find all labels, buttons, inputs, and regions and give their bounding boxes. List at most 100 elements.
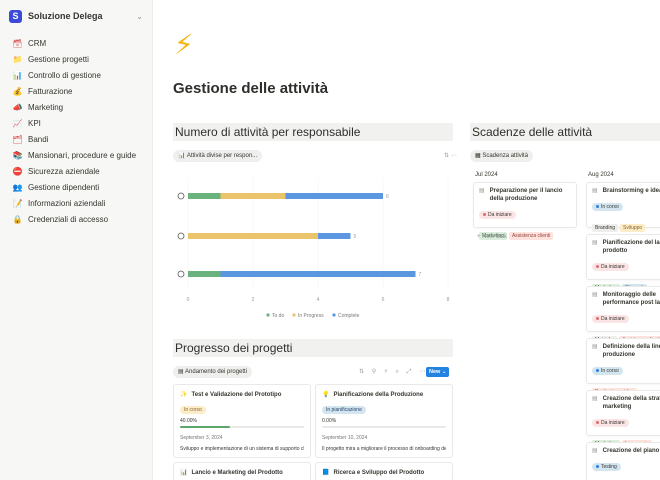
workspace-switcher[interactable]: S Soluzione Delega ⌄ bbox=[0, 0, 152, 32]
project-card[interactable]: ✨ Test e Validazione del Prototipo In cors… bbox=[173, 384, 311, 473]
sidebar-item[interactable]: ⛔ Sicurezza aziendale bbox=[0, 163, 152, 179]
status-label: Da iniziare bbox=[601, 263, 625, 270]
sidebar-item[interactable]: 💰 Fatturazione bbox=[0, 83, 152, 99]
tag: Sviluppo bbox=[620, 224, 646, 232]
status-dot bbox=[596, 265, 599, 268]
progress-bar-fill bbox=[180, 426, 230, 428]
bar-segment bbox=[188, 271, 221, 277]
document-icon: ▤ bbox=[592, 292, 598, 298]
task-title: Creazione del piano le bbox=[602, 448, 660, 454]
tag: Branding bbox=[592, 224, 619, 232]
deadlines-view-tab[interactable]: ▦ Scadenza attività bbox=[470, 150, 534, 162]
project-card[interactable]: 💡 Pianificazione della Produzione In piani… bbox=[315, 384, 453, 473]
progress-section-title: Progresso dei progetti bbox=[173, 339, 453, 357]
progress-view-tab[interactable]: ▤ Andamento dei progetti bbox=[173, 366, 253, 378]
sidebar-item-label: Marketing bbox=[28, 102, 64, 112]
bar-segment bbox=[220, 271, 416, 277]
task-card[interactable]: ▤ Monitoraggio delle performance post lan… bbox=[586, 286, 660, 344]
document-icon: ▤ bbox=[479, 188, 485, 194]
legend-label: Complete bbox=[338, 313, 360, 319]
main-content: ⚡ Gestione delle attività Numero di atti… bbox=[153, 0, 660, 480]
project-description: Sviluppo e implementazione di un sistema… bbox=[180, 446, 304, 452]
sidebar-item[interactable]: 📁 Gestione progetti bbox=[0, 51, 152, 67]
chart-view-tab[interactable]: 📊 Attività divise per respon... bbox=[173, 150, 263, 162]
status-label: Testing bbox=[601, 463, 617, 470]
sidebar: S Soluzione Delega ⌄ 🗃 CRM 📁 Gestione proge… bbox=[0, 0, 153, 480]
task-card[interactable]: ▤ Creazione del piano le Testing Produzione… bbox=[586, 442, 660, 480]
project-card[interactable]: 📊 Lancio e Marketing del Prodotto bbox=[173, 462, 311, 480]
sidebar-item-icon: 🔒 bbox=[12, 214, 23, 224]
deadlines-view-label: Scadenza attività bbox=[482, 153, 529, 159]
view-toolbar-icons[interactable]: ⇅ ⚲ ⚡ ⌕ ⤢ ⋯ bbox=[359, 368, 428, 376]
tag: Assistenza clienti bbox=[508, 232, 554, 240]
sidebar-item-icon: 📚 bbox=[12, 150, 23, 160]
document-icon: ▤ bbox=[592, 240, 598, 246]
bar-total-label: 6 bbox=[386, 194, 389, 200]
project-title-row: 📘 Ricerca e Sviluppo del Prodotto bbox=[322, 469, 446, 477]
status-badge: Testing bbox=[592, 462, 621, 471]
tag-list: Branding Sviluppo bbox=[592, 216, 660, 234]
progress-bar bbox=[180, 426, 304, 428]
sidebar-item-label: KPI bbox=[28, 118, 41, 128]
deadlines-section-title: Scadenze delle attività bbox=[470, 123, 660, 141]
status-dot bbox=[596, 317, 599, 320]
task-card-title-row: ▤ Brainstorming e ideaz bbox=[592, 187, 660, 195]
sidebar-item-icon: ⛔ bbox=[12, 166, 23, 176]
status-label: Da iniziare bbox=[488, 211, 512, 218]
task-title: Definizione della linea produzione bbox=[602, 344, 660, 358]
status-label: Da iniziare bbox=[601, 419, 625, 426]
status-badge: In pianificazione bbox=[322, 406, 366, 414]
legend-swatch bbox=[332, 313, 336, 317]
document-icon: ▤ bbox=[592, 396, 598, 402]
project-icon: 📘 bbox=[322, 470, 330, 476]
sidebar-item-icon: 🗂 bbox=[12, 134, 23, 144]
chevron-down-icon[interactable]: ⌄ bbox=[136, 12, 143, 21]
lightning-icon[interactable]: ⚡ bbox=[174, 31, 194, 59]
task-card[interactable]: ▤ Brainstorming e ideaz In corso Branding Sv… bbox=[586, 182, 660, 232]
new-task-button[interactable]: + New task bbox=[477, 234, 507, 240]
workspace-logo: S bbox=[9, 9, 22, 23]
project-title: Pianificazione della Produzione bbox=[333, 391, 424, 398]
status-label: In pianificazione bbox=[326, 407, 362, 413]
task-card[interactable]: ▤ Preparazione per il lancio della produz… bbox=[473, 182, 577, 240]
x-tick-label: 6 bbox=[382, 297, 385, 303]
filter-icon[interactable]: ⇅ ⋯ bbox=[444, 152, 457, 159]
sidebar-item[interactable]: 🔒 Credenziali di accesso bbox=[0, 211, 152, 227]
workspace-name: Soluzione Delega bbox=[28, 11, 103, 21]
task-card-title-row: ▤ Monitoraggio delle performance post lan… bbox=[592, 291, 660, 307]
project-title-row: ✨ Test e Validazione del Prototipo bbox=[180, 391, 304, 399]
sidebar-item[interactable]: 🗂 Bandi bbox=[0, 131, 152, 147]
board-column-title: Jul 2024 bbox=[475, 172, 498, 178]
task-card[interactable]: ▤ Creazione della strateg marketing Da ini… bbox=[586, 390, 660, 448]
project-title: Lancio e Marketing del Prodotto bbox=[191, 469, 283, 476]
chart-section-title: Numero di attività per responsabile bbox=[173, 123, 453, 141]
bar-segment bbox=[285, 193, 383, 199]
progress-bar bbox=[322, 426, 446, 428]
task-card[interactable]: ▤ Pianificazione del lanc prodotto Da iniz… bbox=[586, 234, 660, 292]
progress-view-label: Andamento dei progetti bbox=[185, 369, 248, 375]
sidebar-item-icon: 📁 bbox=[12, 54, 23, 64]
avatar bbox=[177, 192, 185, 200]
new-button-label: New bbox=[429, 369, 441, 375]
status-label: In corso bbox=[184, 407, 202, 413]
x-tick-label: 8 bbox=[447, 297, 450, 303]
sidebar-item-label: Mansionari, procedure e guide bbox=[28, 150, 137, 160]
task-card[interactable]: ▤ Definizione della linea produzione In co… bbox=[586, 338, 660, 396]
task-card-title-row: ▤ Preparazione per il lancio della produz… bbox=[479, 187, 571, 203]
task-title: Pianificazione del lanc prodotto bbox=[602, 240, 660, 254]
sidebar-item[interactable]: 🗃 CRM bbox=[0, 35, 152, 51]
sidebar-item-icon: 📣 bbox=[12, 102, 23, 112]
legend-label: To do bbox=[272, 313, 284, 319]
sidebar-item[interactable]: 📊 Controllo di gestione bbox=[0, 67, 152, 83]
project-card[interactable]: 📘 Ricerca e Sviluppo del Prodotto bbox=[315, 462, 453, 480]
status-dot bbox=[596, 205, 599, 208]
sidebar-item[interactable]: 📝 Informazioni aziendali bbox=[0, 195, 152, 211]
project-date: September 10, 2024 bbox=[322, 435, 368, 441]
sidebar-item[interactable]: 📈 KPI bbox=[0, 115, 152, 131]
x-tick-label: 0 bbox=[187, 297, 190, 303]
sidebar-item[interactable]: 📣 Marketing bbox=[0, 99, 152, 115]
new-button[interactable]: New ⌄ bbox=[426, 367, 450, 377]
sidebar-item[interactable]: 📚 Mansionari, procedure e guide bbox=[0, 147, 152, 163]
bar-segment bbox=[220, 193, 286, 199]
sidebar-item[interactable]: 👥 Gestione dipendenti bbox=[0, 179, 152, 195]
